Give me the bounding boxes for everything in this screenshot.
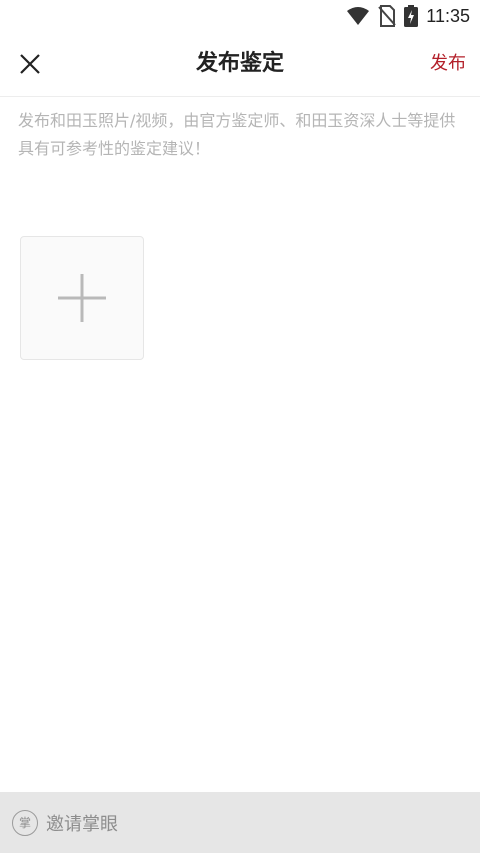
page-title: 发布鉴定 [195,51,284,76]
app-logo-icon: 掌 [12,809,38,836]
status-icons: 11:35 [346,4,470,28]
status-bar: 11:35 [0,0,480,32]
header-bar: 发布鉴定 发布 [0,32,480,97]
wifi-icon [347,7,370,25]
status-time: 11:35 [426,5,470,26]
battery-charging-icon [404,5,419,27]
add-media-button[interactable] [20,236,144,360]
close-button[interactable] [14,48,46,80]
description-input[interactable]: 发布和田玉照片/视频，由官方鉴定师、和田玉资深人士等提供具有可参考性的鉴定建议！ [18,107,464,163]
invite-button[interactable]: 掌 邀请掌眼 [12,792,118,853]
invite-label: 邀请掌眼 [46,813,118,835]
bottom-bar: 掌 邀请掌眼 [0,792,480,853]
plus-icon [58,274,106,322]
close-icon [20,54,40,74]
no-sim-icon [378,5,397,27]
publish-button[interactable]: 发布 [430,32,466,96]
